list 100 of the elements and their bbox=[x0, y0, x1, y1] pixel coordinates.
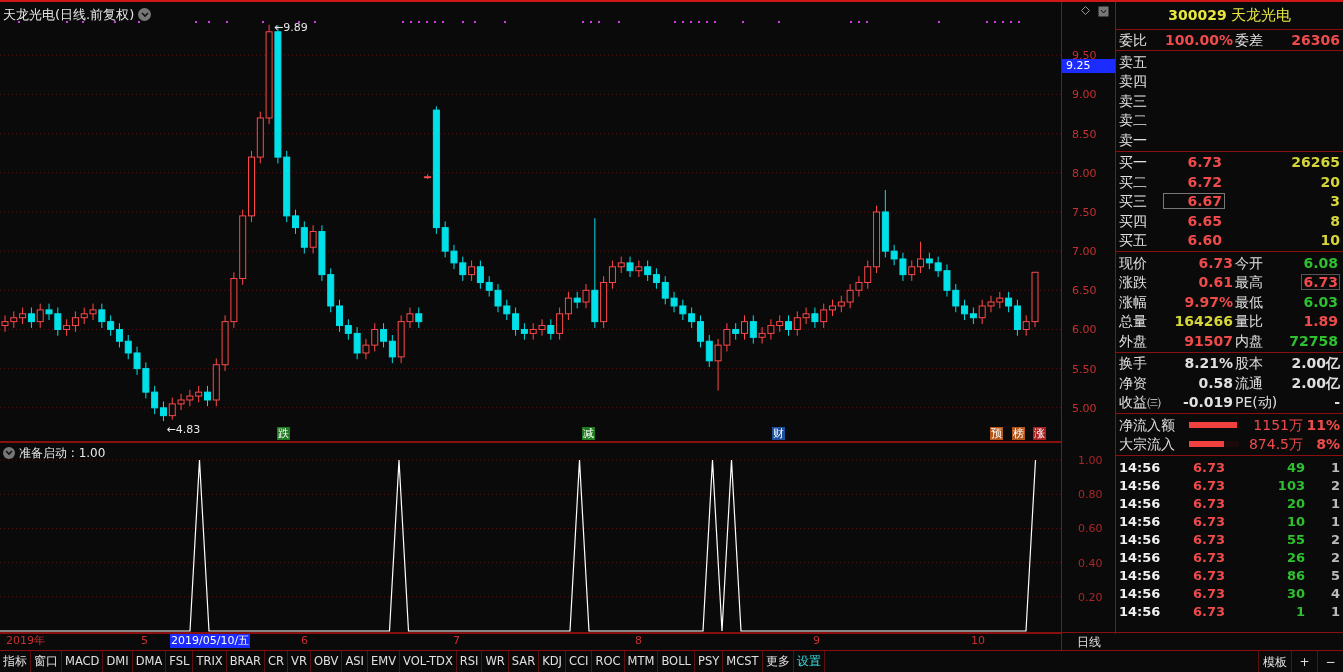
indicator-tab[interactable]: WR bbox=[482, 651, 509, 672]
dropdown-icon[interactable] bbox=[1098, 6, 1109, 17]
toolbar-button[interactable]: + bbox=[1291, 651, 1317, 672]
indicator-tab[interactable]: 设置 bbox=[793, 651, 825, 672]
tick-price: 6.73 bbox=[1191, 532, 1225, 546]
candlestick bbox=[159, 401, 167, 422]
chart-title: 天龙光电(日线.前复权) bbox=[3, 6, 135, 24]
collapse-icon[interactable] bbox=[3, 447, 15, 459]
indicator-tab[interactable]: PSY bbox=[695, 651, 724, 672]
tick-price: 6.73 bbox=[1191, 586, 1225, 600]
indicator-tab[interactable]: FSL bbox=[166, 651, 194, 672]
axis-label: 1.00 bbox=[1078, 455, 1103, 467]
indicator-tab[interactable]: SAR bbox=[508, 651, 540, 672]
event-marker[interactable]: 减 bbox=[582, 427, 595, 440]
event-marker[interactable]: 榜 bbox=[1012, 427, 1025, 440]
indicator-tab[interactable]: 更多 bbox=[762, 651, 794, 672]
tick-time: 14:56 bbox=[1119, 550, 1162, 564]
tick-volume: 86 bbox=[1285, 568, 1305, 582]
tick-price: 6.73 bbox=[1191, 568, 1225, 582]
toolbar-button[interactable]: − bbox=[1317, 651, 1343, 672]
candlestick bbox=[107, 314, 115, 337]
bid-volume: 26265 bbox=[1290, 155, 1340, 170]
axis-label: 0.20 bbox=[1078, 591, 1103, 603]
indicator-tab[interactable]: CR bbox=[265, 651, 289, 672]
ask-level-label: 卖四 bbox=[1119, 74, 1147, 89]
tick-count: 2 bbox=[1329, 478, 1340, 492]
high-price-label: ←9.89 bbox=[274, 20, 308, 34]
axis-label: 7.00 bbox=[1072, 246, 1097, 258]
tick-price: 6.73 bbox=[1191, 550, 1225, 564]
indicator-tab[interactable]: BOLL bbox=[658, 651, 695, 672]
axis-label: 5.00 bbox=[1072, 402, 1097, 414]
candlestick bbox=[27, 307, 35, 329]
indicator-tab[interactable]: DMA bbox=[132, 651, 167, 672]
candlestick bbox=[309, 224, 317, 254]
indicator-tab[interactable]: 指标 bbox=[0, 651, 31, 672]
stat-value: 0.58 bbox=[1197, 375, 1233, 390]
candlestick bbox=[115, 322, 123, 348]
bid-price[interactable]: 6.73 bbox=[1163, 154, 1225, 171]
stat-value: 6.03 bbox=[1302, 293, 1339, 310]
indicator-tab[interactable]: DMI bbox=[103, 651, 133, 672]
flow-percent: 8% bbox=[1315, 437, 1340, 452]
tick-time: 14:56 bbox=[1119, 460, 1162, 474]
stat-value: 91507 bbox=[1183, 333, 1233, 348]
stat-value: 9.97% bbox=[1183, 294, 1233, 309]
indicator-tab[interactable]: OBV bbox=[310, 651, 343, 672]
axis-label: 9.50 bbox=[1072, 50, 1097, 62]
event-marker[interactable]: 预 bbox=[990, 427, 1003, 440]
diamond-icon[interactable] bbox=[1081, 6, 1090, 15]
indicator-tab[interactable]: MACD bbox=[62, 651, 104, 672]
stat-value: 164266 bbox=[1173, 314, 1233, 329]
indicator-tab[interactable]: VOL-TDX bbox=[400, 651, 457, 672]
bid-price[interactable]: 6.72 bbox=[1163, 173, 1225, 190]
indicator-tab[interactable]: ROC bbox=[592, 651, 625, 672]
tick-count: 2 bbox=[1329, 532, 1340, 546]
stock-code: 300029 bbox=[1168, 6, 1227, 25]
date-label: 9 bbox=[812, 634, 821, 648]
stat-label: 最高 bbox=[1235, 275, 1264, 290]
indicator-tab[interactable]: ASI bbox=[342, 651, 368, 672]
tick-count: 5 bbox=[1329, 568, 1340, 582]
indicator-tab[interactable]: TRIX bbox=[193, 651, 227, 672]
tick-price: 6.73 bbox=[1191, 496, 1225, 510]
tick-count: 2 bbox=[1329, 550, 1340, 564]
tick-volume: 26 bbox=[1285, 550, 1305, 564]
tick-price: 6.73 bbox=[1191, 460, 1225, 474]
stat-label: 最低 bbox=[1235, 294, 1264, 309]
indicator-tab[interactable]: KDJ bbox=[539, 651, 566, 672]
bid-price[interactable]: 6.67 bbox=[1163, 193, 1225, 210]
event-marker[interactable]: 财 bbox=[772, 427, 785, 440]
bid-price[interactable]: 6.60 bbox=[1163, 232, 1225, 249]
candlestick bbox=[415, 307, 423, 329]
axis-label: 0.60 bbox=[1078, 523, 1103, 535]
date-label: 10 bbox=[970, 634, 986, 648]
candlestick bbox=[644, 260, 652, 282]
ask-level-label: 卖二 bbox=[1119, 113, 1147, 128]
indicator-tab[interactable]: 窗口 bbox=[31, 651, 62, 672]
event-marker[interactable]: 涨 bbox=[1033, 427, 1046, 440]
toolbar-button[interactable]: 模板 bbox=[1258, 651, 1291, 672]
indicator-tab[interactable]: MCST bbox=[723, 651, 763, 672]
candlestick bbox=[556, 307, 564, 341]
tick-count: 1 bbox=[1329, 496, 1340, 510]
ask-level-label: 卖五 bbox=[1119, 54, 1147, 69]
tick-price: 6.73 bbox=[1191, 478, 1225, 492]
indicator-tab[interactable]: VR bbox=[288, 651, 311, 672]
indicator-tab[interactable]: CCI bbox=[566, 651, 593, 672]
indicator-tab[interactable]: EMV bbox=[367, 651, 400, 672]
indicator-tab[interactable]: RSI bbox=[456, 651, 483, 672]
stat-value: 6.73 bbox=[1197, 255, 1233, 270]
tick-volume: 55 bbox=[1285, 532, 1305, 546]
bid-level-label: 买一 bbox=[1119, 155, 1148, 170]
indicator-tab[interactable]: MTM bbox=[624, 651, 659, 672]
event-marker[interactable]: 跌 bbox=[277, 427, 290, 440]
dropdown-icon[interactable] bbox=[138, 8, 152, 22]
stat-value: - bbox=[1333, 395, 1340, 410]
stat-label: 净资 bbox=[1119, 375, 1148, 390]
stat-label: 涨跌 bbox=[1119, 275, 1148, 290]
indicator-tab[interactable]: BRAR bbox=[226, 651, 265, 672]
axis-label: 7.50 bbox=[1072, 206, 1097, 218]
bid-price[interactable]: 6.65 bbox=[1163, 212, 1225, 229]
stat-value: 72758 bbox=[1288, 332, 1339, 349]
tick-time: 14:56 bbox=[1119, 532, 1162, 546]
